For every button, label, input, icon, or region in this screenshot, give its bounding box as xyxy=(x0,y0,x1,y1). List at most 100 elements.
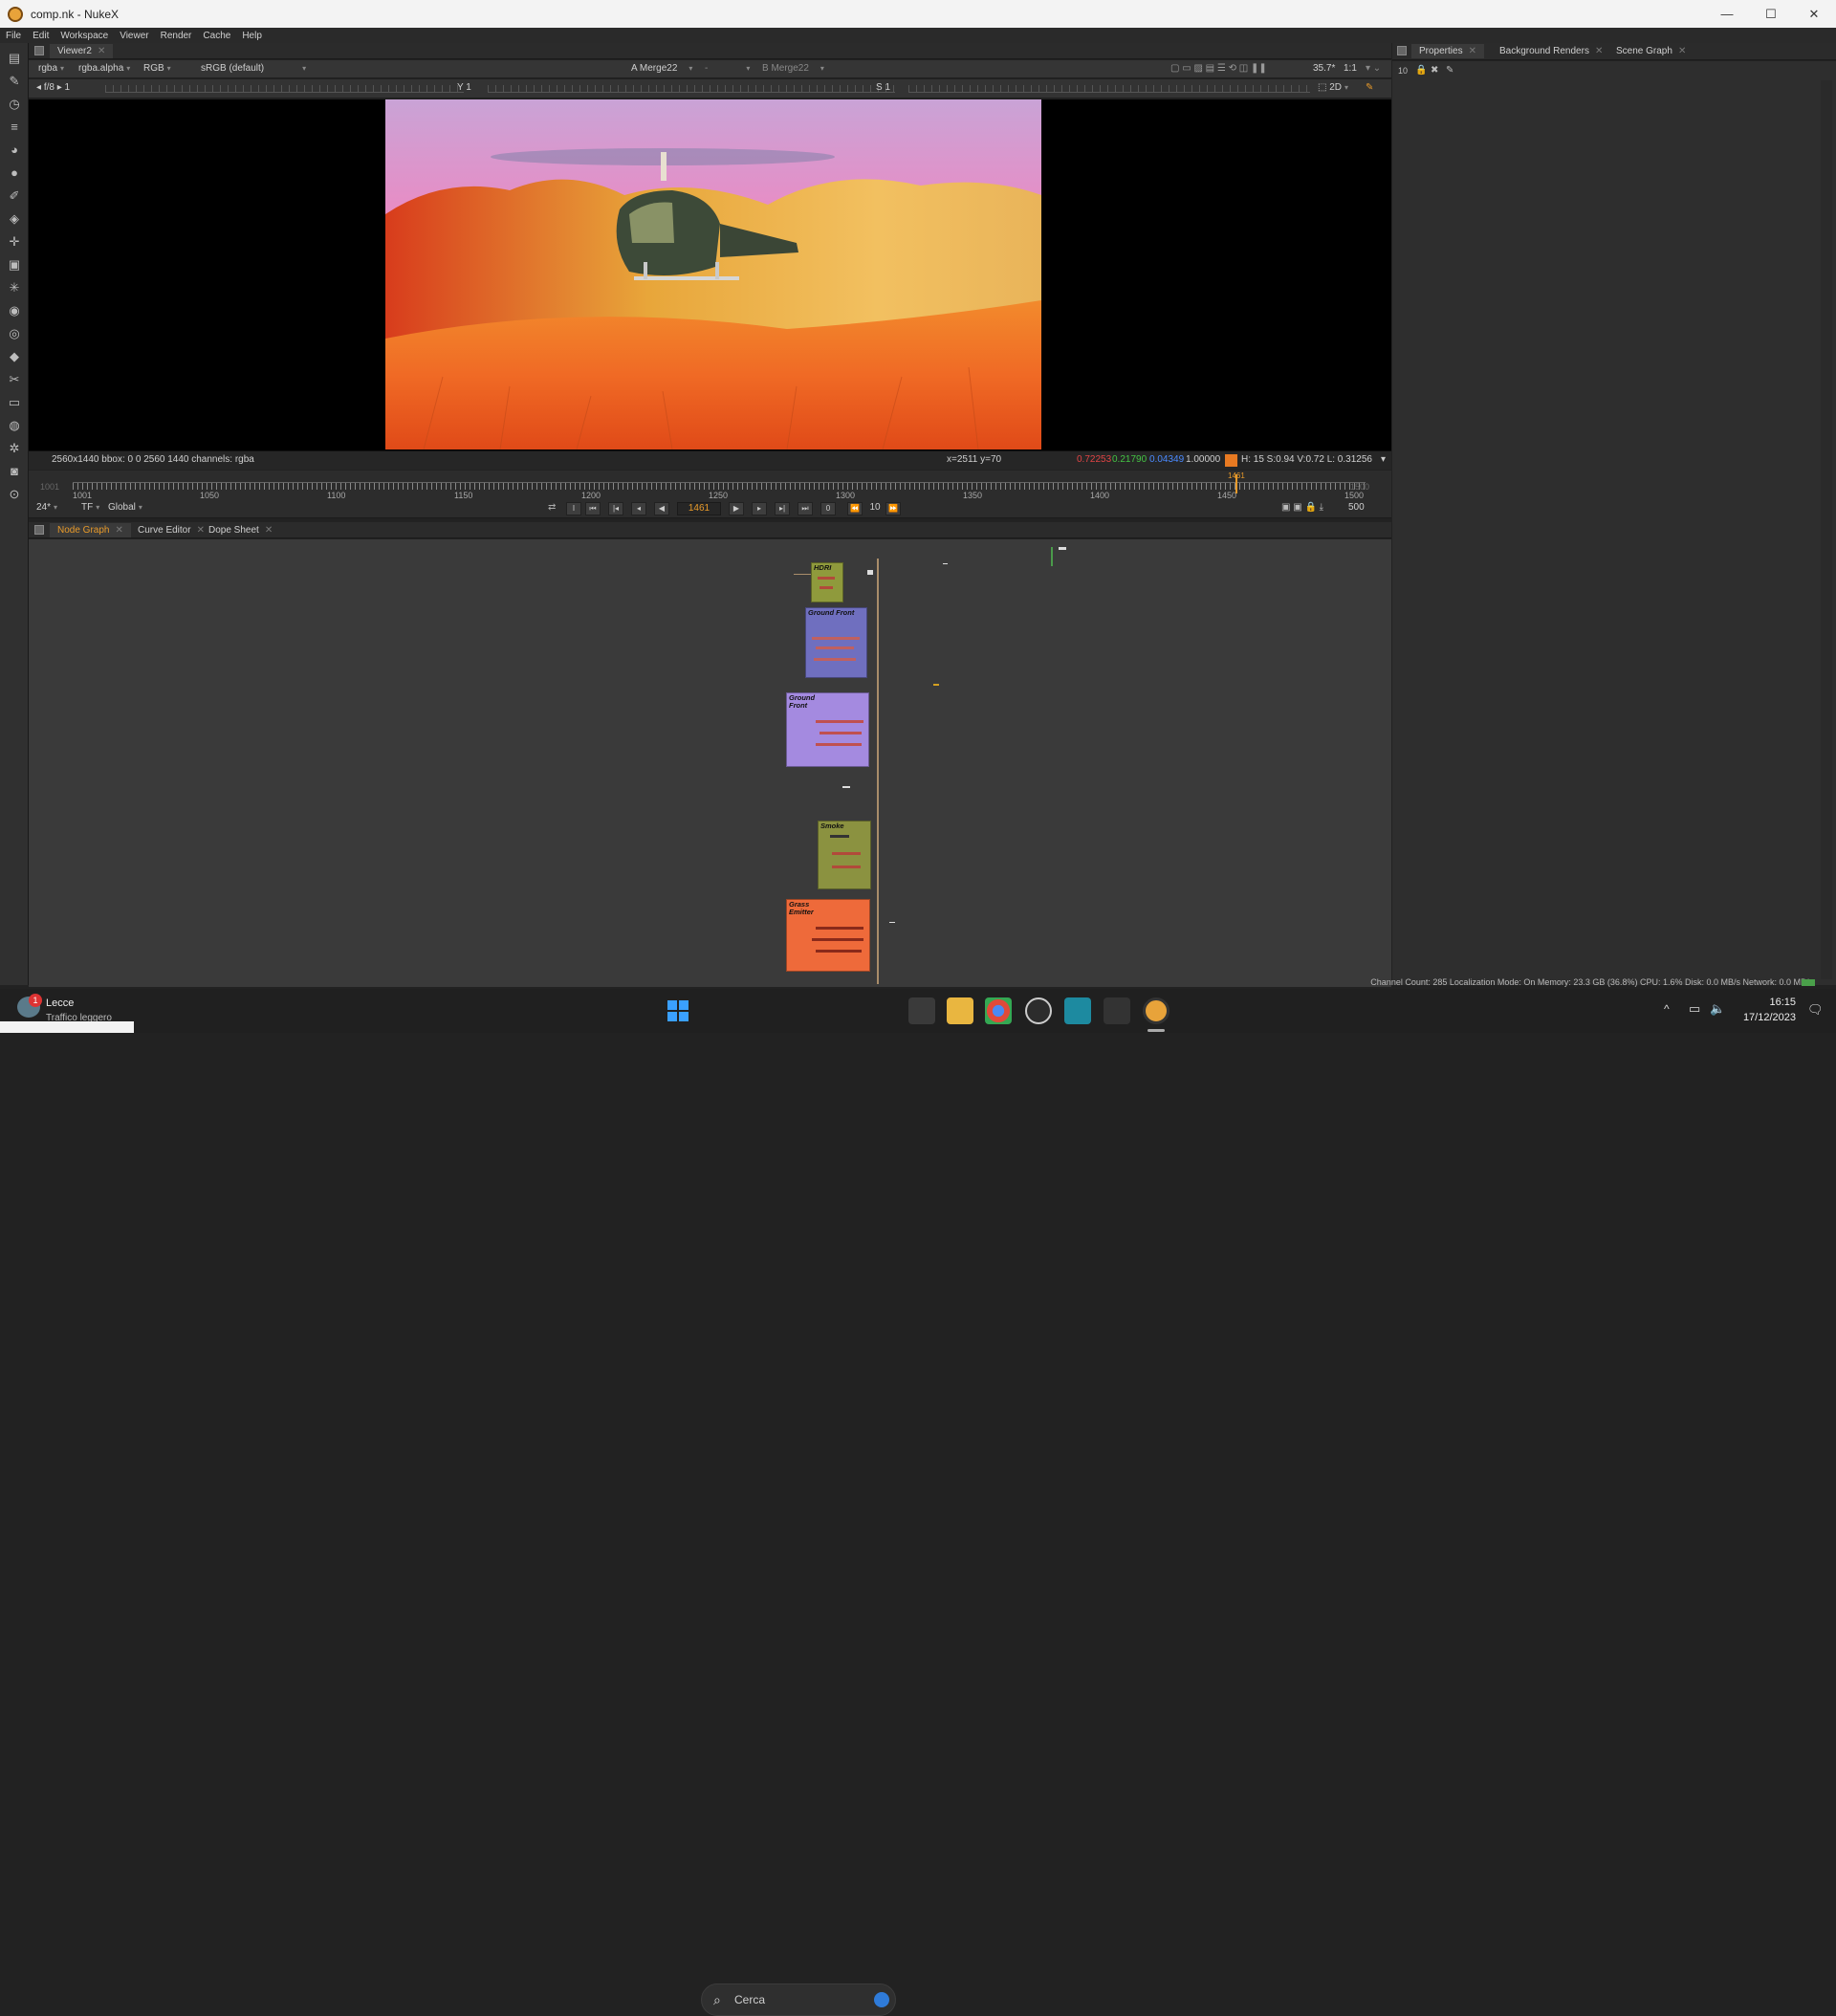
node[interactable] xyxy=(816,927,863,930)
saturation-slider[interactable] xyxy=(908,85,1310,93)
pane-menu-icon[interactable] xyxy=(34,46,44,55)
input-b-select[interactable]: B Merge22 ▾ xyxy=(762,63,824,74)
node[interactable] xyxy=(816,950,862,953)
node[interactable] xyxy=(830,835,849,838)
gain-slider[interactable] xyxy=(105,85,464,93)
tab-background-renders[interactable]: Background Renders ✕ xyxy=(1492,44,1610,58)
tab-node-graph[interactable]: Node Graph ✕ xyxy=(50,523,131,537)
play-backward-button[interactable]: ◀ xyxy=(654,502,669,515)
nuke-taskbar-icon[interactable] xyxy=(1143,997,1169,1024)
menu-file[interactable]: File xyxy=(0,31,27,41)
clock-date[interactable]: 17/12/2023 xyxy=(1735,1012,1796,1023)
menu-viewer[interactable]: Viewer xyxy=(114,31,154,41)
metadata-tools-icon[interactable]: ◆ xyxy=(7,349,22,364)
playback-mode-icon[interactable]: ⇄ xyxy=(548,502,556,513)
color-tools-icon[interactable]: ◕ xyxy=(7,142,22,158)
timeline[interactable]: 1001 1001 1050 1100 1150 1200 1250 1300 … xyxy=(29,471,1391,500)
menu-workspace[interactable]: Workspace xyxy=(55,31,114,41)
transform-tools-icon[interactable]: ✛ xyxy=(7,234,22,250)
backdrop-smoke[interactable]: Smoke xyxy=(818,821,871,889)
paint-brush-icon[interactable]: ✎ xyxy=(1366,82,1373,93)
tf-select[interactable]: TF ▾ xyxy=(81,502,99,513)
node[interactable] xyxy=(818,577,835,580)
views-tools-icon[interactable]: ◎ xyxy=(7,326,22,341)
skip-back-button[interactable]: ⏪ xyxy=(847,502,863,515)
properties-scrollbar[interactable] xyxy=(1821,80,1832,979)
tab-dope-sheet[interactable]: Dope Sheet ✕ xyxy=(201,523,280,537)
gamma-control[interactable]: Y 1 xyxy=(457,82,471,93)
viewer-tool-icons[interactable]: ▢ ▭ ▨ ▤ ☰ ⟲ ◫ ❚❚ xyxy=(1170,63,1267,74)
go-to-end-button[interactable]: ⏭ xyxy=(798,502,813,515)
range-scope-select[interactable]: Global ▾ xyxy=(108,502,142,513)
pane-menu-icon[interactable] xyxy=(1397,46,1407,55)
close-tab-icon[interactable]: ✕ xyxy=(1469,46,1476,56)
backdrop-ground-front-1[interactable]: Ground Front xyxy=(805,607,867,678)
go-to-start-button[interactable]: ⏮ xyxy=(585,502,601,515)
clock-time[interactable]: 16:15 xyxy=(1748,997,1796,1008)
step-forward-button[interactable]: ▸ xyxy=(752,502,767,515)
node[interactable] xyxy=(820,732,862,734)
node[interactable] xyxy=(816,743,862,746)
play-forward-button[interactable]: ▶ xyxy=(729,502,744,515)
menu-cache[interactable]: Cache xyxy=(197,31,236,41)
dot-node[interactable] xyxy=(889,922,895,923)
close-tab-icon[interactable]: ✕ xyxy=(115,525,122,536)
menu-help[interactable]: Help xyxy=(236,31,268,41)
backdrop-grass-emitter[interactable]: Grass Emitter xyxy=(786,899,870,972)
gizmo-tools-icon[interactable]: ⊙ xyxy=(7,487,22,502)
close-tab-icon[interactable]: ✕ xyxy=(1595,46,1603,56)
particles-tools-icon[interactable]: ✳ xyxy=(7,280,22,296)
node[interactable] xyxy=(832,852,861,855)
info-expand-icon[interactable]: ▾ xyxy=(1381,454,1386,465)
node[interactable] xyxy=(812,637,860,640)
dot-node[interactable] xyxy=(867,570,873,575)
weather-city[interactable]: Lecce xyxy=(46,997,74,1009)
alpha-channel-select[interactable]: rgba.alpha ▾ xyxy=(78,63,130,74)
fstop-control[interactable]: ◂ f/8 ▸ 1 xyxy=(36,82,70,93)
show-hidden-icons[interactable]: ^ xyxy=(1664,1002,1670,1016)
properties-panel[interactable]: 10 🔒 ✖ ✎ xyxy=(1392,61,1836,985)
draw-tools-icon[interactable]: ✎ xyxy=(7,74,22,89)
next-keyframe-button[interactable]: ▸| xyxy=(775,502,790,515)
node[interactable] xyxy=(812,938,863,941)
node[interactable] xyxy=(814,658,856,661)
file-explorer-icon[interactable] xyxy=(947,997,973,1024)
filter-tools-icon[interactable]: ● xyxy=(7,165,22,181)
ratio-select[interactable]: 1:1 xyxy=(1344,63,1357,74)
maya-icon[interactable] xyxy=(1064,997,1091,1024)
timeline-ruler[interactable] xyxy=(73,482,1366,490)
dot-node[interactable] xyxy=(943,563,948,564)
chrome-icon[interactable] xyxy=(985,997,1012,1024)
skip-forward-button[interactable]: ⏩ xyxy=(885,502,901,515)
node[interactable] xyxy=(816,646,854,649)
input-a-select[interactable]: A Merge22 ▾ xyxy=(631,63,692,74)
close-tab-icon[interactable]: ✕ xyxy=(265,525,273,536)
close-tab-icon[interactable]: ✕ xyxy=(1678,46,1686,56)
notification-icon[interactable]: 🗨 xyxy=(1807,1002,1824,1018)
step-back-button[interactable]: ◂ xyxy=(631,502,646,515)
tab-properties[interactable]: Properties ✕ xyxy=(1411,44,1484,58)
playback-cache-icons[interactable]: ▣ ▣ 🔒 ⤓ xyxy=(1281,502,1323,513)
tab-viewer2[interactable]: Viewer2 ✕ xyxy=(50,44,114,58)
node[interactable] xyxy=(820,586,833,589)
backdrop-ground-front-2[interactable]: Ground Front xyxy=(786,692,869,767)
fps-select[interactable]: 24* ▾ xyxy=(36,502,57,513)
node[interactable] xyxy=(832,866,861,868)
zoom-select[interactable]: 35.7* xyxy=(1313,63,1335,74)
current-frame-field[interactable]: 1461 xyxy=(677,502,721,515)
max-panels-field[interactable]: 10 xyxy=(1398,66,1408,76)
composite-select[interactable]: - ▾ xyxy=(705,63,750,74)
colorspace-select[interactable]: sRGB (default) ▾ xyxy=(201,63,306,74)
clear-panels-icon[interactable]: ✖ xyxy=(1431,65,1438,76)
first-frame-button[interactable]: I xyxy=(566,502,581,515)
maximize-button[interactable]: ☐ xyxy=(1749,0,1793,28)
volume-icon[interactable]: 🔈 xyxy=(1710,1001,1725,1017)
channels-select[interactable]: rgba ▾ xyxy=(38,63,64,74)
obs-icon[interactable] xyxy=(1025,997,1052,1024)
close-button[interactable]: ✕ xyxy=(1792,0,1836,28)
plugins-tools-icon[interactable]: ✲ xyxy=(7,441,22,456)
image-tools-icon[interactable]: ▤ xyxy=(7,51,22,66)
node[interactable] xyxy=(816,720,863,723)
dot-node[interactable] xyxy=(842,786,850,788)
previous-keyframe-button[interactable]: |◂ xyxy=(608,502,623,515)
